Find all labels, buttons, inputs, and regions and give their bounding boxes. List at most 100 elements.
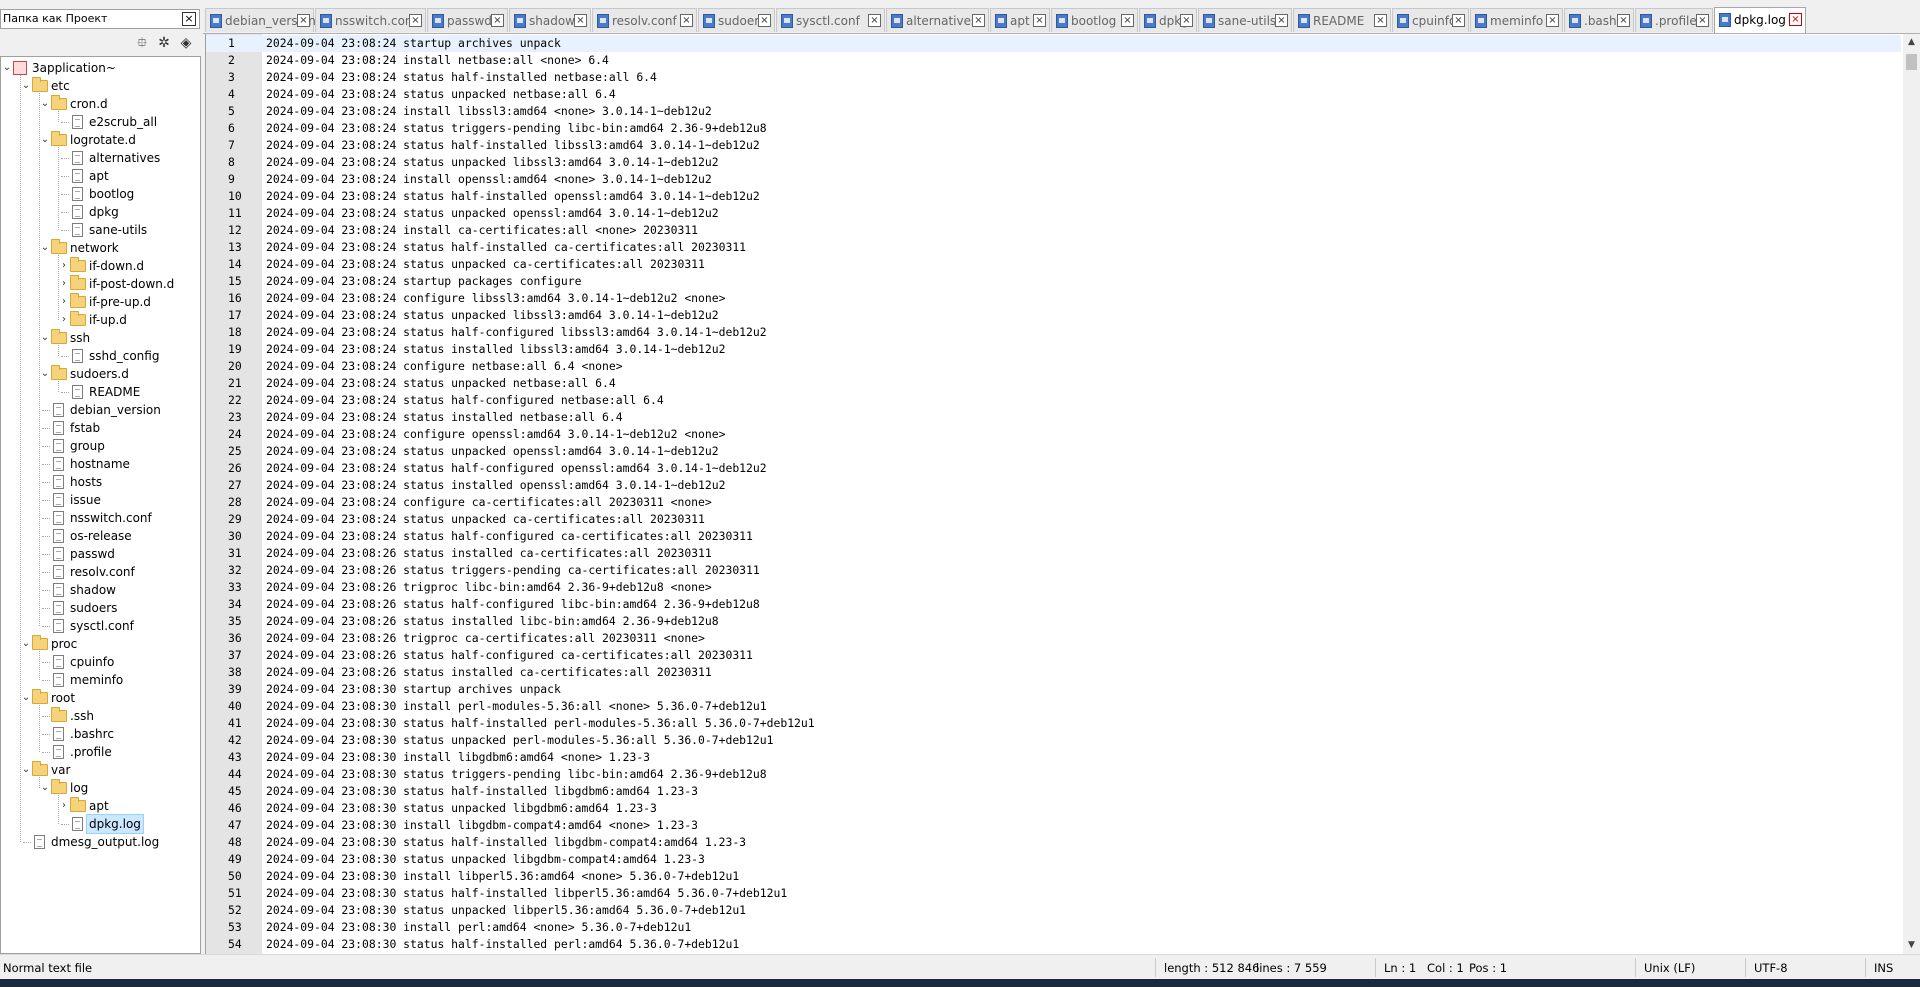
tree-folder[interactable]: .ssh [1, 707, 200, 725]
tree-file[interactable]: dpkg [1, 203, 200, 221]
tree-file[interactable]: debian_version [1, 401, 200, 419]
tree-file[interactable]: meminfo [1, 671, 200, 689]
tree-file[interactable]: passwd [1, 545, 200, 563]
tree-file[interactable]: sane-utils [1, 221, 200, 239]
tree-file[interactable]: issue [1, 491, 200, 509]
tree-folder[interactable]: › if-pre-up.d [1, 293, 200, 311]
status-insert-mode[interactable]: INS [1874, 961, 1893, 975]
tree-file[interactable]: dpkg.log [1, 814, 200, 834]
close-tab-icon[interactable]: × [1121, 14, 1134, 27]
close-tab-icon[interactable]: × [574, 14, 587, 27]
tab-meminfo[interactable]: meminfo × [1470, 8, 1563, 32]
editor-line[interactable]: 15 2024-09-04 23:08:24 startup packages c… [206, 273, 1901, 290]
tree-folder[interactable]: ⌄ etc [1, 77, 200, 95]
close-tab-icon[interactable]: × [1033, 14, 1046, 27]
expand-all-icon[interactable]: ✲ [155, 34, 173, 52]
close-tab-icon[interactable]: × [1789, 13, 1802, 26]
close-tab-icon[interactable]: × [1275, 14, 1288, 27]
editor-line[interactable]: 7 2024-09-04 23:08:24 status half-install… [206, 137, 1901, 154]
close-tab-icon[interactable]: × [297, 14, 310, 27]
editor-line[interactable]: 49 2024-09-04 23:08:30 status unpacked li… [206, 851, 1901, 868]
editor-line[interactable]: 42 2024-09-04 23:08:30 status unpacked pe… [206, 732, 1901, 749]
editor-lines[interactable]: 1 2024-09-04 23:08:24 startup archives un… [206, 35, 1901, 953]
tab-dpkg[interactable]: dpkg × [1139, 8, 1197, 32]
text-editor[interactable]: 1 2024-09-04 23:08:24 startup archives un… [205, 34, 1920, 954]
editor-line[interactable]: 33 2024-09-04 23:08:26 trigproc libc-bin:… [206, 579, 1901, 596]
tab-cpuinfo[interactable]: cpuinfo × [1392, 8, 1469, 32]
editor-line[interactable]: 39 2024-09-04 23:08:30 startup archives u… [206, 681, 1901, 698]
tree-folder[interactable]: › apt [1, 797, 200, 815]
editor-line[interactable]: 28 2024-09-04 23:08:24 configure ca-certi… [206, 494, 1901, 511]
collapse-all-icon[interactable]: ⯐ [133, 34, 151, 52]
chevron-down-icon[interactable]: ⌄ [39, 131, 51, 149]
editor-line[interactable]: 17 2024-09-04 23:08:24 status unpacked li… [206, 307, 1901, 324]
editor-line[interactable]: 9 2024-09-04 23:08:24 install openssl:amd… [206, 171, 1901, 188]
close-tab-icon[interactable]: × [1617, 14, 1630, 27]
editor-line[interactable]: 26 2024-09-04 23:08:24 status half-config… [206, 460, 1901, 477]
editor-line[interactable]: 43 2024-09-04 23:08:30 install libgdbm6:a… [206, 749, 1901, 766]
chevron-down-icon[interactable]: ⌄ [1, 59, 13, 77]
editor-line[interactable]: 48 2024-09-04 23:08:30 status half-instal… [206, 834, 1901, 851]
editor-line[interactable]: 16 2024-09-04 23:08:24 configure libssl3:… [206, 290, 1901, 307]
tree-folder[interactable]: › if-post-down.d [1, 275, 200, 293]
editor-line[interactable]: 50 2024-09-04 23:08:30 install libperl5.3… [206, 868, 1901, 885]
tab-bashrc[interactable]: .bashrc × [1564, 8, 1634, 32]
editor-line[interactable]: 29 2024-09-04 23:08:24 status unpacked ca… [206, 511, 1901, 528]
editor-line[interactable]: 38 2024-09-04 23:08:26 status installed c… [206, 664, 1901, 681]
chevron-down-icon[interactable]: ⌄ [39, 329, 51, 347]
close-tab-icon[interactable]: × [680, 14, 693, 27]
editor-line[interactable]: 14 2024-09-04 23:08:24 status unpacked ca… [206, 256, 1901, 273]
close-tab-icon[interactable]: × [972, 14, 985, 27]
chevron-down-icon[interactable]: ⌄ [20, 761, 32, 779]
tree-file[interactable]: sudoers [1, 599, 200, 617]
tree-file[interactable]: group [1, 437, 200, 455]
tree-file[interactable]: nsswitch.conf [1, 509, 200, 527]
tree-folder[interactable]: › if-down.d [1, 257, 200, 275]
editor-line[interactable]: 41 2024-09-04 23:08:30 status half-instal… [206, 715, 1901, 732]
tab-sysctl-conf[interactable]: sysctl.conf × [776, 8, 885, 32]
tree-folder[interactable]: › if-up.d [1, 311, 200, 329]
scrollbar-thumb[interactable] [1906, 54, 1917, 70]
editor-line[interactable]: 8 2024-09-04 23:08:24 status unpacked lib… [206, 154, 1901, 171]
tab-readme[interactable]: README × [1293, 8, 1391, 32]
close-tab-icon[interactable]: × [758, 14, 771, 27]
close-tab-icon[interactable]: × [491, 14, 504, 27]
editor-line[interactable]: 47 2024-09-04 23:08:30 install libgdbm-co… [206, 817, 1901, 834]
editor-line[interactable]: 35 2024-09-04 23:08:26 status installed l… [206, 613, 1901, 630]
editor-line[interactable]: 13 2024-09-04 23:08:24 status half-instal… [206, 239, 1901, 256]
close-tab-icon[interactable]: × [1374, 14, 1387, 27]
tab-profile[interactable]: .profile × [1635, 8, 1713, 32]
editor-line[interactable]: 40 2024-09-04 23:08:30 install perl-modul… [206, 698, 1901, 715]
tree-folder[interactable]: ⌄ var [1, 761, 200, 779]
close-tab-icon[interactable]: × [1696, 14, 1709, 27]
editor-line[interactable]: 32 2024-09-04 23:08:26 status triggers-pe… [206, 562, 1901, 579]
tree-folder[interactable]: ⌄ proc [1, 635, 200, 653]
tab-sane-utils[interactable]: sane-utils × [1198, 8, 1292, 32]
editor-line[interactable]: 22 2024-09-04 23:08:24 status half-config… [206, 392, 1901, 409]
editor-line[interactable]: 23 2024-09-04 23:08:24 status installed n… [206, 409, 1901, 426]
editor-line[interactable]: 3 2024-09-04 23:08:24 status half-install… [206, 69, 1901, 86]
editor-line[interactable]: 25 2024-09-04 23:08:24 status unpacked op… [206, 443, 1901, 460]
chevron-down-icon[interactable]: ⌄ [20, 689, 32, 707]
editor-line[interactable]: 21 2024-09-04 23:08:24 status unpacked ne… [206, 375, 1901, 392]
chevron-down-icon[interactable]: ⌄ [20, 77, 32, 95]
tab-shadow[interactable]: shadow × [509, 8, 591, 32]
close-tab-icon[interactable]: × [409, 14, 422, 27]
editor-line[interactable]: 11 2024-09-04 23:08:24 status unpacked op… [206, 205, 1901, 222]
chevron-down-icon[interactable]: ⌄ [39, 239, 51, 257]
tree-file[interactable]: sysctl.conf [1, 617, 200, 635]
tree-file[interactable]: sshd_config [1, 347, 200, 365]
tab-nsswitch-conf[interactable]: nsswitch.conf × [315, 8, 426, 32]
vertical-scrollbar[interactable]: ▲ ▼ [1903, 34, 1920, 954]
close-panel-button[interactable]: × [182, 12, 196, 26]
editor-line[interactable]: 5 2024-09-04 23:08:24 install libssl3:amd… [206, 103, 1901, 120]
tree-file[interactable]: hosts [1, 473, 200, 491]
editor-line[interactable]: 54 2024-09-04 23:08:30 status half-instal… [206, 936, 1901, 953]
chevron-down-icon[interactable]: ⌄ [39, 365, 51, 383]
tree-file[interactable]: hostname [1, 455, 200, 473]
tab-bootlog[interactable]: bootlog × [1051, 8, 1138, 32]
status-eol-format[interactable]: Unix (LF) [1644, 961, 1695, 975]
scroll-up-icon[interactable]: ▲ [1903, 34, 1920, 51]
tree-folder[interactable]: ⌄ ssh [1, 329, 200, 347]
editor-line[interactable]: 10 2024-09-04 23:08:24 status half-instal… [206, 188, 1901, 205]
